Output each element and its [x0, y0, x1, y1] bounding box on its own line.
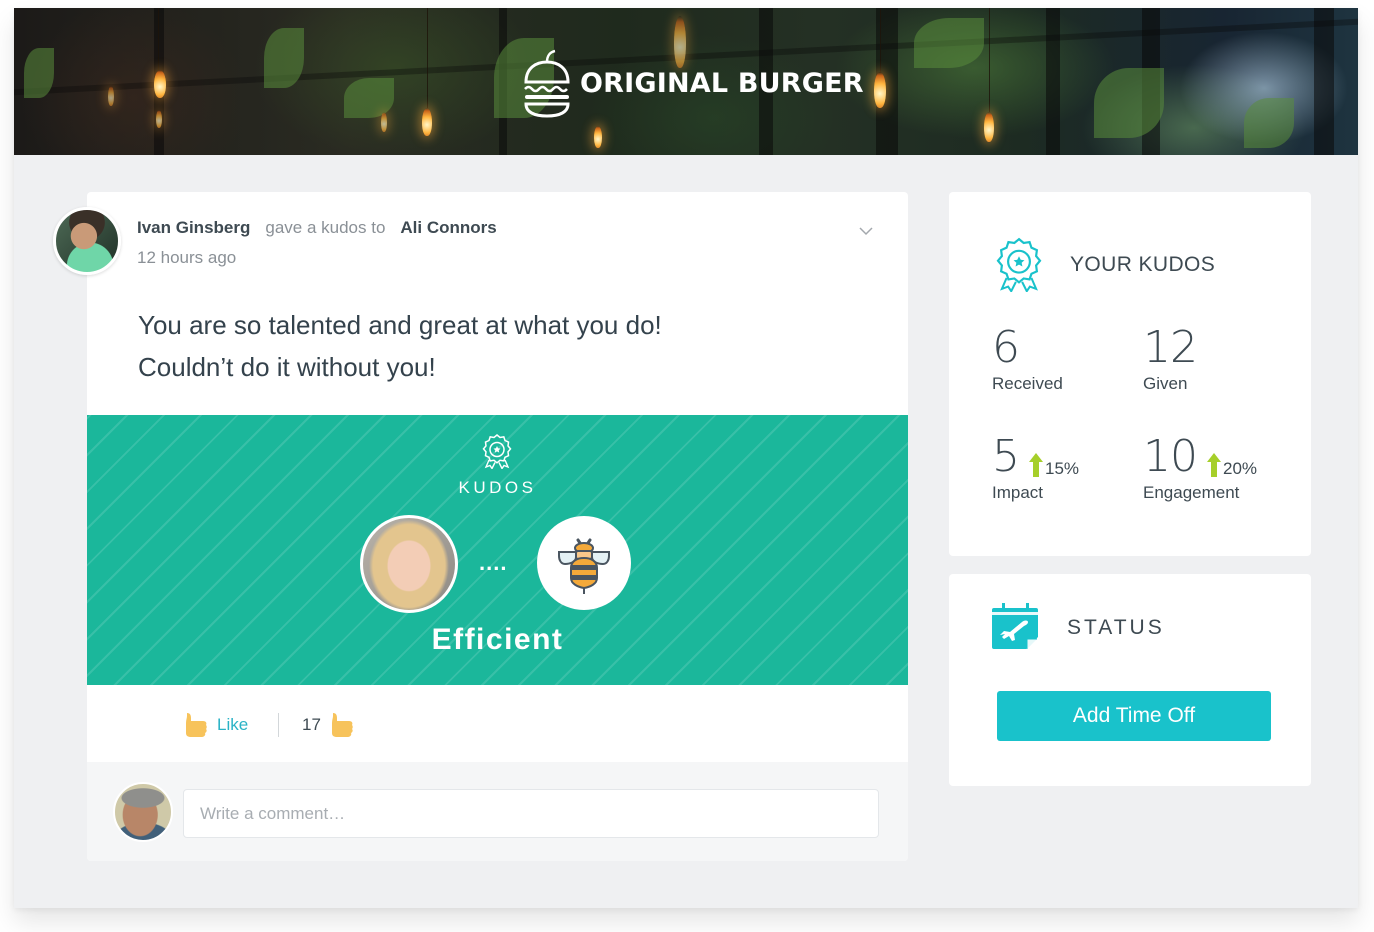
stat-received: 6 Received: [992, 324, 1063, 394]
trend-percent: 15%: [1045, 459, 1080, 478]
award-ribbon-icon: [482, 434, 512, 469]
post-timestamp: 12 hours ago: [137, 248, 237, 267]
banner-decor: [154, 70, 166, 98]
stat-label: Given: [1143, 374, 1188, 393]
banner-decor: [914, 18, 984, 68]
banner-decor: [381, 112, 387, 132]
connector-dots: ....: [479, 550, 508, 575]
stat-engagement: 10 20% Engagement: [1143, 433, 1257, 503]
banner-decor: [422, 108, 432, 136]
recipient-avatar[interactable]: [360, 515, 458, 613]
header-banner: ORIGINAL BURGER: [14, 8, 1358, 155]
trend-percent: 20%: [1223, 459, 1258, 478]
comment-area: [87, 762, 908, 861]
like-count[interactable]: 17: [302, 711, 355, 739]
thumbs-up-icon: [186, 713, 207, 737]
stat-label: Impact: [992, 483, 1044, 502]
like-label: Like: [217, 715, 249, 734]
banner-decor: [264, 28, 304, 88]
banner-decor: [1244, 98, 1294, 148]
stat-label: Engagement: [1143, 483, 1240, 502]
banner-decor: [1046, 8, 1060, 155]
bee-icon: [558, 538, 610, 594]
stat-value: 12: [1143, 322, 1198, 373]
brand: ORIGINAL BURGER: [522, 48, 864, 118]
banner-decor: [874, 72, 886, 108]
like-count-value: 17: [302, 715, 321, 734]
stat-value: 10: [1143, 431, 1198, 482]
banner-decor: [1314, 8, 1334, 155]
status-card: STATUS Add Time Off: [949, 574, 1311, 786]
status-title: STATUS: [1067, 616, 1165, 639]
banner-decor: [427, 8, 428, 108]
banner-decor: [156, 110, 162, 128]
trend: 20%: [1207, 453, 1257, 477]
author-avatar[interactable]: [53, 207, 121, 275]
stat-value: 6: [992, 322, 1020, 373]
arrow-up-icon: [1029, 453, 1043, 477]
banner-decor: [989, 8, 990, 112]
post-action-text: gave a kudos to: [265, 218, 386, 237]
chevron-down-icon[interactable]: [859, 226, 873, 236]
message-line: Couldn’t do it without you!: [138, 352, 436, 382]
kudos-banner: KUDOS .... Efficient: [87, 415, 908, 685]
like-button[interactable]: Like: [183, 711, 248, 739]
banner-decor: [24, 48, 54, 98]
thumbs-up-icon: [331, 713, 353, 737]
stat-value: 5: [992, 431, 1020, 482]
kudos-label: KUDOS: [458, 478, 537, 497]
banner-decor: [880, 8, 881, 72]
your-kudos-card: YOUR KUDOS 6 Received 12 Given 5 15% Imp…: [949, 192, 1311, 556]
arrow-up-icon: [1207, 453, 1221, 477]
current-user-avatar: [113, 782, 173, 842]
award-ribbon-icon: [996, 237, 1042, 292]
banner-decor: [594, 126, 602, 148]
badge-circle: [537, 516, 631, 610]
badge-name: Efficient: [431, 623, 564, 656]
banner-decor: [984, 112, 994, 142]
your-kudos-title: YOUR KUDOS: [1070, 253, 1216, 276]
post-header: Ivan Ginsberg gave a kudos to Ali Connor…: [137, 218, 497, 238]
stat-label: Received: [992, 374, 1063, 393]
post-message: You are so talented and great at what yo…: [138, 304, 662, 388]
burger-apple-logo-icon: [524, 49, 570, 118]
calendar-airplane-icon: [992, 603, 1038, 649]
stat-impact: 5 15% Impact: [992, 433, 1079, 503]
author-name[interactable]: Ivan Ginsberg: [137, 218, 250, 238]
banner-decor: [158, 8, 159, 70]
stat-given: 12 Given: [1143, 322, 1198, 394]
banner-decor: [108, 86, 114, 106]
app-frame: ORIGINAL BURGER Ivan Ginsberg gave a kud…: [14, 8, 1358, 908]
message-line: You are so talented and great at what yo…: [138, 310, 662, 340]
post-actions: Like 17: [87, 685, 908, 762]
trend: 15%: [1029, 453, 1079, 477]
add-time-off-button[interactable]: Add Time Off: [997, 691, 1271, 741]
banner-decor: [344, 78, 394, 118]
recipient-name[interactable]: Ali Connors: [400, 218, 496, 238]
divider: [278, 713, 279, 737]
brand-name: ORIGINAL BURGER: [580, 67, 864, 99]
banner-decor: [1094, 68, 1164, 138]
kudos-post-card: Ivan Ginsberg gave a kudos to Ali Connor…: [87, 192, 908, 861]
comment-input[interactable]: [183, 789, 879, 838]
